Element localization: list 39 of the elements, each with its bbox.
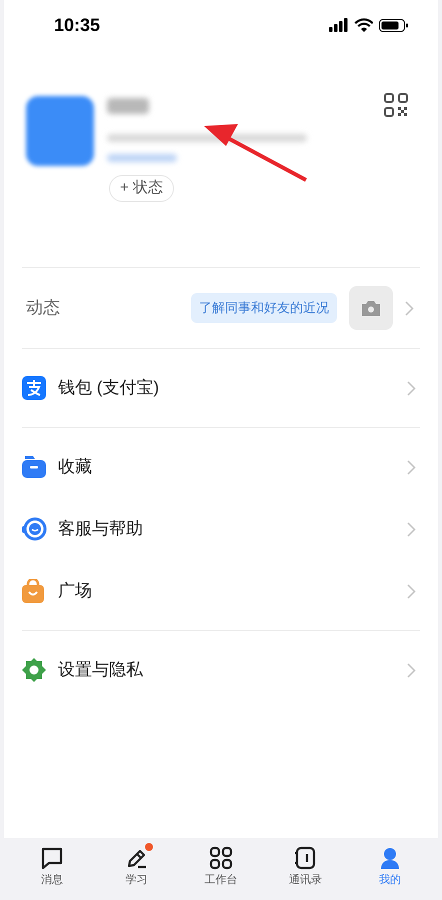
tab-button[interactable]: 通讯录 (275, 846, 336, 888)
battery-icon (379, 18, 408, 32)
address-book-icon (293, 846, 318, 870)
tab-button[interactable]: 消息 (22, 846, 82, 888)
qr-code-icon (384, 93, 408, 117)
tab-button[interactable]: 我的 (360, 846, 420, 888)
menu-label: 钱包 (支付宝) (58, 377, 160, 400)
status-time: 10:35 (54, 14, 100, 36)
chat-bubble-icon (40, 846, 64, 870)
menu-item[interactable]: 设置与隐私 (22, 639, 420, 701)
chevron-right-icon (407, 460, 416, 474)
chevron-right-icon (407, 522, 416, 536)
camera-button[interactable] (349, 286, 393, 330)
moments-hint-bubble: 了解同事和好友的近况 (191, 293, 337, 323)
payment-icon (22, 376, 46, 400)
chevron-right-icon (407, 380, 416, 396)
wifi-icon (354, 18, 373, 32)
menu-item[interactable]: 收藏 (22, 436, 420, 498)
chevron-right-icon (407, 584, 416, 598)
chevron-right-icon (405, 300, 414, 316)
grid-icon (208, 846, 233, 870)
status-button[interactable]: + 状态 (109, 175, 174, 202)
signal-icon (329, 18, 348, 32)
moments-label: 动态 (26, 297, 61, 320)
menu-item[interactable]: 广场 (22, 560, 420, 622)
menu-item[interactable]: 钱包 (支付宝) (22, 357, 420, 419)
folder-icon (22, 456, 46, 478)
headset-icon (22, 516, 48, 542)
menu-label: 客服与帮助 (58, 518, 144, 540)
settings-icon (22, 658, 46, 682)
menu-label: 设置与隐私 (58, 659, 144, 682)
chevron-right-icon (407, 662, 416, 678)
tab-button[interactable]: 工作台 (190, 846, 251, 888)
shopping-bag-icon (22, 579, 44, 603)
tab-button[interactable]: 学习 (106, 846, 167, 888)
menu-item[interactable]: 客服与帮助 (22, 498, 420, 560)
camera-icon (362, 300, 380, 316)
menu-label: 收藏 (58, 456, 93, 478)
menu-label: 广场 (58, 580, 93, 602)
